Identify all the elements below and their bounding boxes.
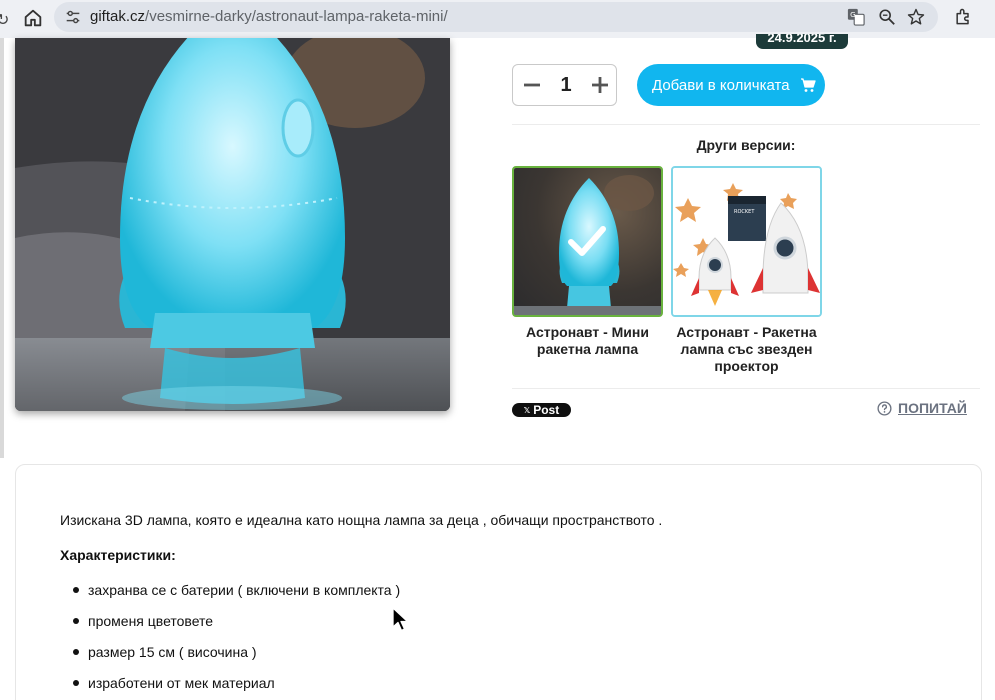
url-path: /vesmirne-darky/astronaut-lampa-raketa-m… <box>145 8 448 25</box>
checkmark-icon <box>568 226 606 256</box>
help-circle-icon <box>877 400 892 416</box>
description-intro: Изискана 3D лампа, която е идеална като … <box>60 512 663 528</box>
divider <box>512 124 980 125</box>
rocket-lamp-photo <box>15 38 450 411</box>
site-settings-icon[interactable] <box>64 8 82 26</box>
add-to-cart-label: Добави в количката <box>652 76 790 94</box>
list-item: размер 15 см ( височина ) <box>60 643 400 674</box>
version-label-mini[interactable]: Астронавт - Мини ракетна лампа <box>512 324 663 358</box>
divider <box>512 388 980 389</box>
list-item: изработени от мек материал <box>60 674 400 700</box>
x-logo-icon: 𝕏 <box>523 405 531 415</box>
rocket-projector-thumbnail: ROCKET <box>673 168 820 315</box>
reload-icon[interactable]: ↻ <box>0 10 9 30</box>
minus-icon[interactable] <box>521 74 543 96</box>
product-image[interactable] <box>15 38 450 411</box>
version-card-projector[interactable]: ROCKET <box>671 166 822 317</box>
url-host: giftak.cz <box>90 8 146 25</box>
page-edge <box>0 38 4 458</box>
add-to-cart-button[interactable]: Добави в количката <box>637 64 825 106</box>
post-label: Post <box>533 403 560 417</box>
x-post-button[interactable]: 𝕏 Post <box>512 403 571 417</box>
list-item: захранва се с батерии ( включени в компл… <box>60 581 400 612</box>
feature-text: изработени от мек материал <box>88 675 275 691</box>
zoom-icon[interactable] <box>878 8 896 26</box>
extensions-icon[interactable] <box>953 7 973 27</box>
features-list: захранва се с батерии ( включени в компл… <box>60 581 400 700</box>
svg-text:G: G <box>850 10 856 19</box>
feature-text: променя цветовете <box>88 613 214 629</box>
version-card-mini[interactable] <box>512 166 663 317</box>
versions-title: Други версии: <box>696 137 796 153</box>
bookmark-star-icon[interactable] <box>906 7 926 27</box>
browser-toolbar: ↻ giftak.cz/vesmirne-darky/astronaut-lam… <box>0 0 995 38</box>
description-panel: Изискана 3D лампа, която е идеална като … <box>15 464 982 700</box>
url-text[interactable]: giftak.cz/vesmirne-darky/astronaut-lampa… <box>90 8 448 25</box>
list-item: променя цветовете <box>60 612 400 643</box>
mouse-cursor-icon <box>392 607 409 632</box>
plus-icon[interactable] <box>589 74 611 96</box>
date-badge: 24.9.2025 г. <box>756 34 848 49</box>
version-label-projector[interactable]: Астронавт - Ракетна лампа със звезден пр… <box>671 324 822 375</box>
home-icon[interactable] <box>22 7 44 29</box>
bullet-icon <box>73 618 79 624</box>
svg-text:ROCKET: ROCKET <box>734 209 755 215</box>
bullet-icon <box>73 680 79 686</box>
feature-text: захранва се с батерии ( включени в компл… <box>88 582 401 598</box>
quantity-stepper[interactable]: 1 <box>512 64 617 106</box>
bullet-icon <box>73 587 79 593</box>
bullet-icon <box>73 649 79 655</box>
features-title: Характеристики: <box>60 547 176 563</box>
ask-label: ПОПИТАЙ <box>898 400 967 416</box>
ask-question-link[interactable]: ПОПИТАЙ <box>877 400 967 416</box>
feature-text: размер 15 см ( височина ) <box>88 644 257 660</box>
quantity-value[interactable]: 1 <box>553 74 579 97</box>
address-bar[interactable]: giftak.cz/vesmirne-darky/astronaut-lampa… <box>54 2 938 32</box>
cart-icon <box>800 78 816 92</box>
translate-icon[interactable]: G <box>847 8 865 26</box>
